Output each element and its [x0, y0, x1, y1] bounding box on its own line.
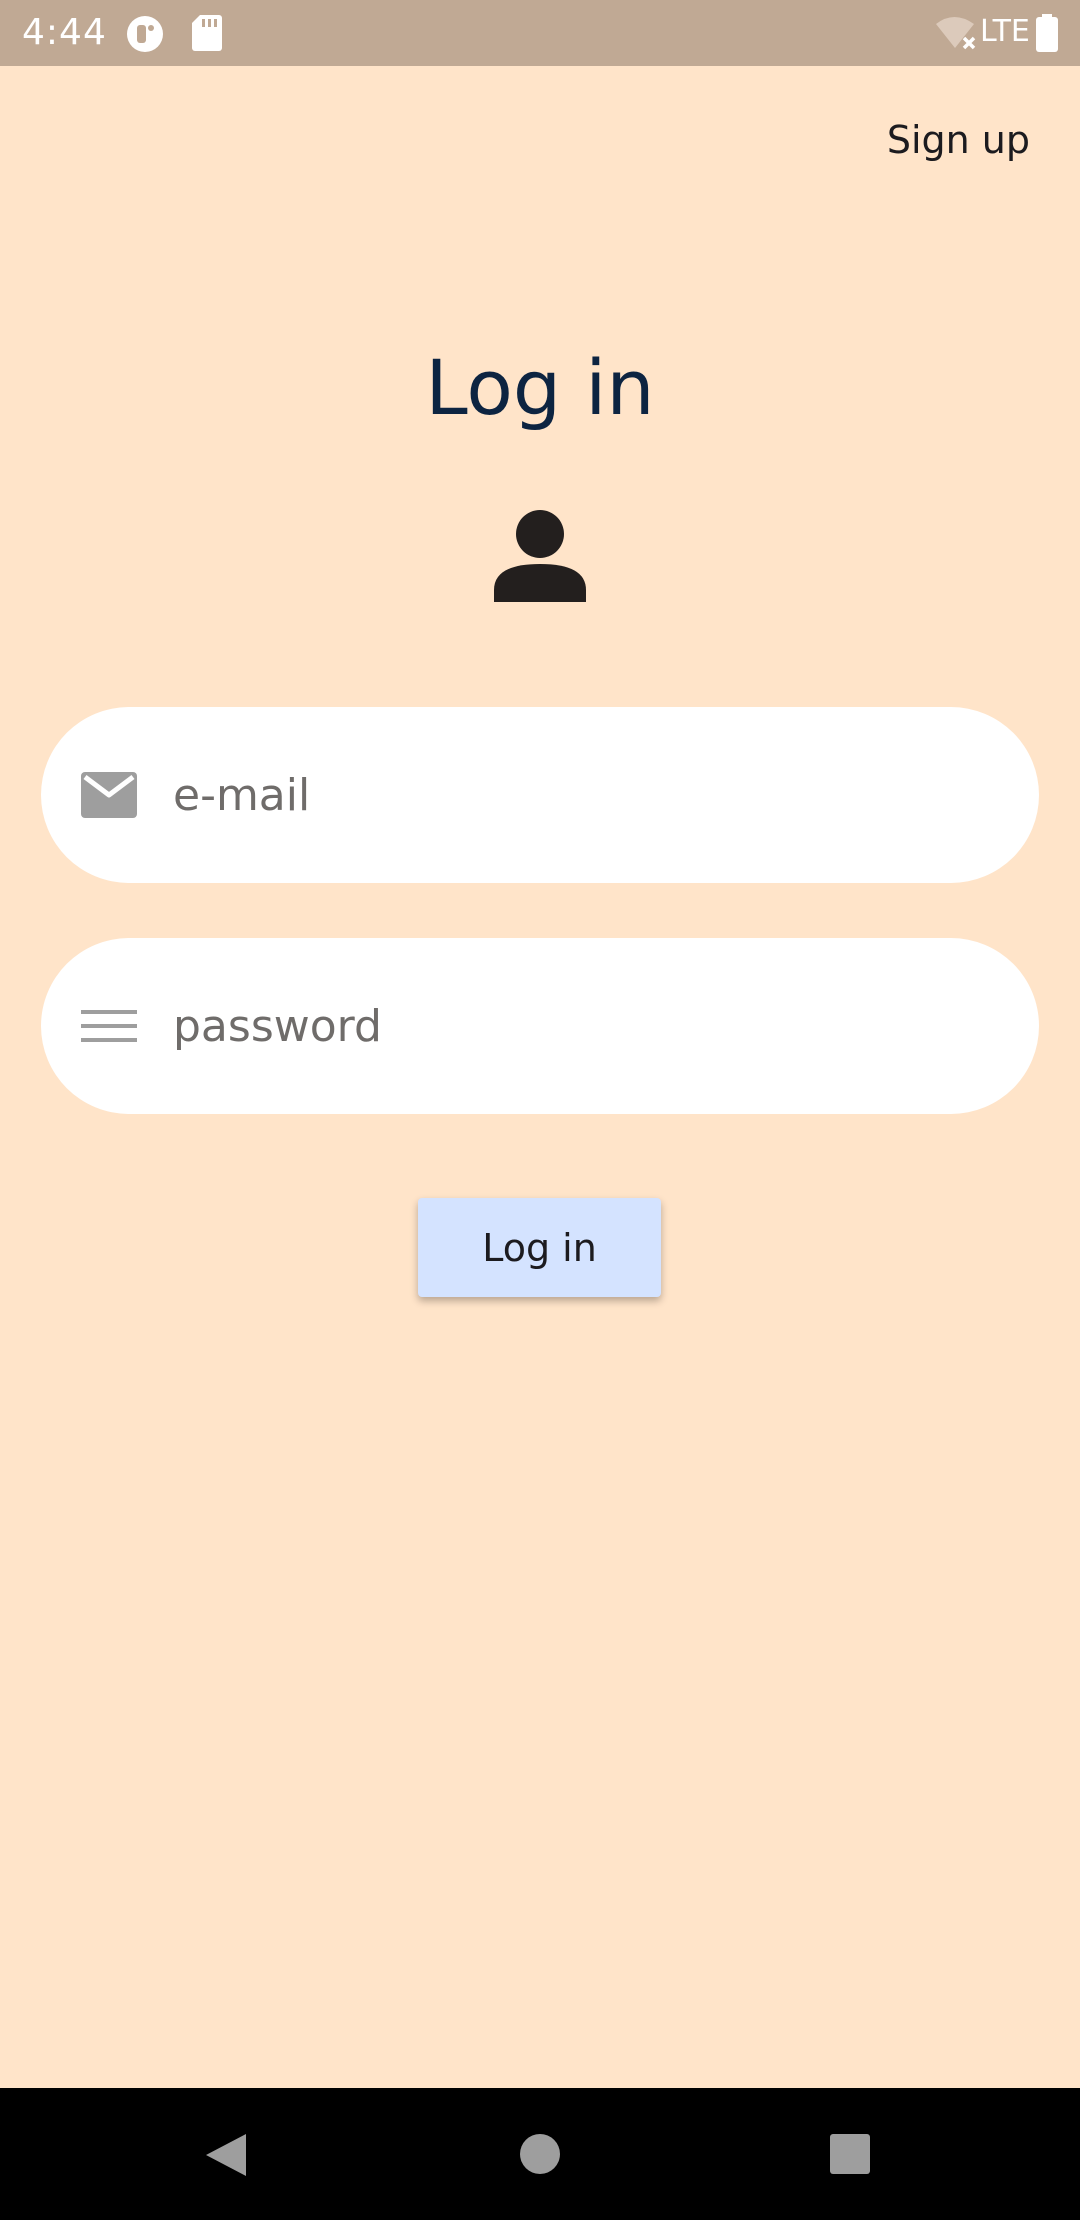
email-field[interactable]: [41, 707, 1039, 883]
status-bar: 4:44 LTE: [0, 0, 1080, 66]
login-screen: 4:44 LTE Sign up Log in e-mail Log in: [0, 0, 1080, 2220]
wifi-off-icon: [934, 14, 978, 52]
back-icon[interactable]: [202, 2132, 248, 2182]
sd-card-icon: [192, 15, 222, 51]
mail-icon: [79, 765, 139, 825]
password-field[interactable]: [41, 938, 1039, 1114]
person-icon: [490, 506, 590, 606]
navigation-bar: [0, 2088, 1080, 2220]
status-time: 4:44: [22, 12, 107, 53]
home-icon[interactable]: [518, 2132, 562, 2180]
network-type: LTE: [980, 14, 1030, 49]
battery-icon: [1036, 14, 1058, 52]
app-notification-icon: [126, 15, 164, 53]
sign-up-button[interactable]: Sign up: [887, 112, 1030, 168]
recents-icon[interactable]: [829, 2133, 871, 2179]
login-button[interactable]: Log in: [418, 1198, 661, 1297]
email-input[interactable]: [173, 707, 993, 883]
page-title: Log in: [425, 343, 655, 432]
password-input[interactable]: [173, 938, 993, 1114]
menu-lines-icon: [79, 996, 139, 1056]
